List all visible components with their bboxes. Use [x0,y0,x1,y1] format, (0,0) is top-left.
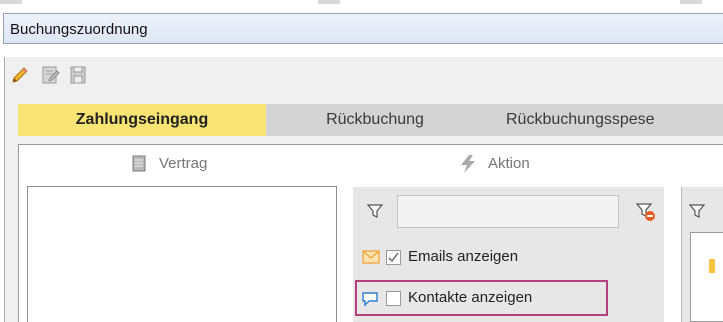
save-icon[interactable] [68,65,88,85]
tab-rueckbuchung[interactable]: Rückbuchung [280,104,470,136]
top-strip-mark [318,0,340,4]
aktion-label: Aktion [488,155,530,172]
filter-input[interactable] [397,195,619,228]
vertrag-heading: Vertrag [131,155,207,175]
emails-label: Emails anzeigen [408,248,519,265]
lightning-icon [461,155,475,174]
clear-filter-icon[interactable] [635,202,656,225]
contract-icon [132,155,146,172]
edit-document-icon[interactable] [40,65,60,85]
top-strip-mark [680,0,702,4]
right-filter-icon[interactable] [688,203,706,222]
vertrag-label: Vertrag [159,155,208,172]
window-titlebar: Buchungszuordnung [3,13,723,44]
vertrag-list[interactable] [27,186,337,322]
tab-rueckbuchungsspesen[interactable]: Rückbuchungsspese [506,104,723,136]
window-title: Buchungszuordnung [10,21,148,38]
kontakte-label: Kontakte anzeigen [408,289,533,306]
tab-bar: Zahlungseingang Rückbuchung Rückbuchungs… [18,104,723,136]
emails-checkbox[interactable] [386,250,401,265]
top-strip-mark [0,0,22,4]
tab-zahlungseingang[interactable]: Zahlungseingang [18,104,266,136]
filter-icon[interactable] [366,203,384,222]
top-strip [0,0,723,13]
pencil-icon[interactable] [10,65,30,85]
aktion-heading: Aktion [458,155,530,175]
kontakte-checkbox[interactable] [386,291,401,306]
item-icon [709,259,715,273]
chat-icon [361,291,379,310]
toolbar [10,63,120,87]
mail-icon [362,250,380,267]
right-list[interactable] [690,232,723,322]
